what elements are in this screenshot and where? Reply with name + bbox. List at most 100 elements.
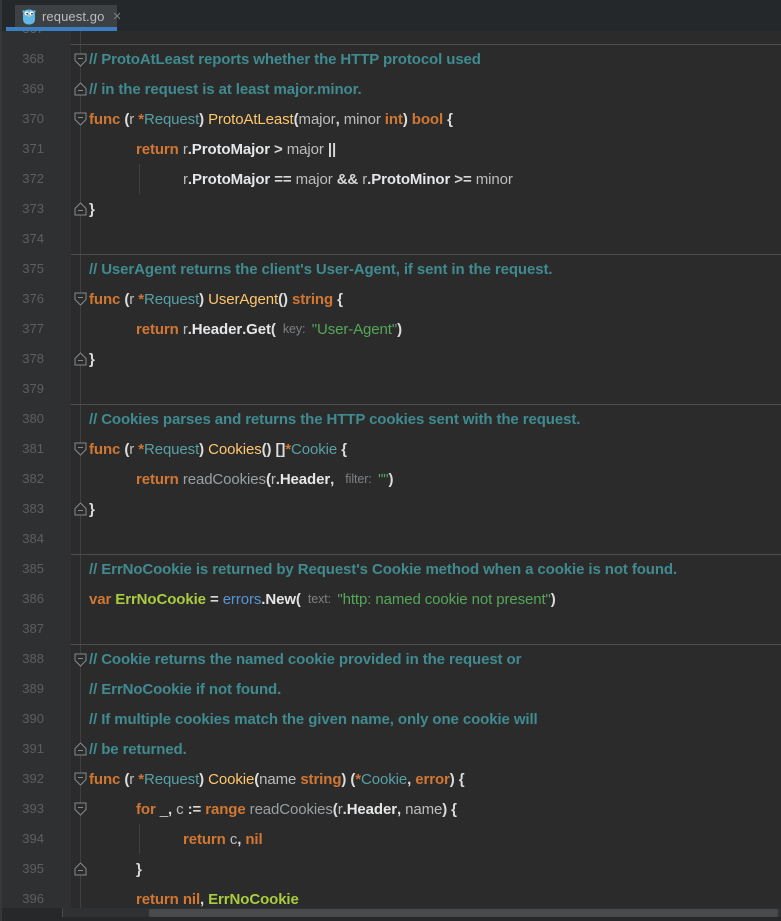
line-number: 370 (2, 104, 71, 134)
token-cm: // Cookies parses and returns the HTTP c… (89, 411, 580, 428)
code-line[interactable] (89, 614, 781, 644)
token-hint: filter: (342, 472, 378, 486)
token-pn: ) (199, 771, 208, 788)
token-txt: minor (476, 171, 513, 188)
code-line[interactable]: return r.ProtoMajor > major || (89, 134, 781, 164)
editor-row: 394 return c, nil (2, 824, 781, 854)
code-line[interactable]: // ProtoAtLeast reports whether the HTTP… (89, 44, 781, 74)
code-line[interactable]: return c, nil (89, 824, 781, 854)
token-op: || (328, 141, 336, 158)
line-number: 384 (2, 524, 71, 554)
token-pn: ) ( (341, 771, 355, 788)
code-line[interactable]: // ErrNoCookie is returned by Request's … (89, 554, 781, 584)
token-op: == (270, 171, 295, 188)
code-line[interactable] (89, 524, 781, 554)
token-k: for (136, 801, 160, 818)
fold-end-icon[interactable] (74, 862, 87, 876)
fold-end-icon[interactable] (74, 82, 87, 96)
code-line[interactable]: func (r *Request) ProtoAtLeast(major, mi… (89, 104, 781, 134)
token-pn: ( (271, 321, 280, 338)
tab-request-go[interactable]: request.go ✕ (15, 5, 117, 27)
token-pn: , (168, 801, 176, 818)
code-line[interactable]: func (r *Request) Cookies() []*Cookie { (89, 434, 781, 464)
code-line[interactable]: // Cookie returns the named cookie provi… (89, 644, 781, 674)
code-line[interactable]: } (89, 344, 781, 374)
line-number: 385 (2, 554, 71, 584)
line-number: 372 (2, 164, 71, 194)
editor-row: 373} (2, 194, 781, 224)
fold-end-icon[interactable] (74, 502, 87, 516)
active-tab-indicator (6, 27, 117, 31)
editor-row: 375 // UserAgent returns the client's Use… (2, 254, 781, 284)
code-line[interactable]: } (89, 854, 781, 884)
fold-collapse-icon[interactable] (74, 112, 87, 126)
token-fld: New (265, 591, 296, 608)
token-txt: r (129, 291, 138, 308)
scrollbar-thumb[interactable] (149, 909, 778, 917)
token-ty: Cookie (361, 771, 407, 788)
code-line[interactable]: return readCookies(r.Header, filter: "") (89, 464, 781, 494)
code-line[interactable]: // UserAgent returns the client's User-A… (89, 254, 781, 284)
token-k: nil (183, 891, 200, 908)
tab-bar: request.go ✕ (2, 0, 781, 31)
line-number: 387 (2, 614, 71, 644)
line-number: 394 (2, 824, 71, 854)
fold-collapse-icon[interactable] (74, 53, 87, 67)
token-cm: // be returned. (89, 741, 187, 758)
line-number: 383 (2, 494, 71, 524)
code-line[interactable]: r.ProtoMajor == major && r.ProtoMinor >=… (89, 164, 781, 194)
code-line[interactable] (89, 224, 781, 254)
line-number: 374 (2, 224, 71, 254)
token-txt: major (287, 141, 328, 158)
code-line[interactable]: // Cookies parses and returns the HTTP c… (89, 404, 781, 434)
fold-collapse-icon[interactable] (74, 802, 87, 816)
token-cm: // in the request is at least major.mino… (89, 81, 362, 98)
code-line[interactable]: return r.Header.Get( key: "User-Agent") (89, 314, 781, 344)
line-number: 381 (2, 434, 71, 464)
code-line[interactable]: for _, c := range readCookies(r.Header, … (89, 794, 781, 824)
token-fld: Header (192, 321, 242, 338)
fold-end-icon[interactable] (74, 352, 87, 366)
code-line[interactable]: // be returned. (89, 734, 781, 764)
line-number: 375 (2, 254, 71, 284)
token-k: return (136, 891, 183, 908)
token-call: readCookies (250, 801, 333, 818)
token-fld: Header (280, 471, 330, 488)
code-line[interactable]: // ErrNoCookie if not found. (89, 674, 781, 704)
line-number: 393 (2, 794, 71, 824)
fold-collapse-icon[interactable] (74, 653, 87, 667)
token-fld: ProtoMajor (192, 171, 270, 188)
code-line[interactable]: func (r *Request) Cookie(name string) (*… (89, 764, 781, 794)
code-line[interactable]: // in the request is at least major.mino… (89, 74, 781, 104)
fold-collapse-icon[interactable] (74, 772, 87, 786)
code-line[interactable]: } (89, 494, 781, 524)
line-number: 380 (2, 404, 71, 434)
editor-row: 392func (r *Request) Cookie(name string)… (2, 764, 781, 794)
token-call: readCookies (183, 471, 266, 488)
token-pn: } (89, 201, 95, 218)
go-gopher-icon (22, 8, 36, 25)
editor-row: 391// be returned. (2, 734, 781, 764)
code-line[interactable]: func (r *Request) UserAgent() string { (89, 284, 781, 314)
editor-row: 379 (2, 374, 781, 404)
fold-collapse-icon[interactable] (74, 442, 87, 456)
token-pn: } (136, 861, 142, 878)
code-line[interactable] (89, 374, 781, 404)
token-k: string (300, 771, 341, 788)
tab-close-icon[interactable]: ✕ (112, 10, 121, 23)
code-line[interactable]: // If multiple cookies match the given n… (89, 704, 781, 734)
token-txt: major (299, 111, 336, 128)
fold-end-icon[interactable] (74, 202, 87, 216)
line-number: 388 (2, 644, 71, 674)
scrollbar-track[interactable] (62, 908, 781, 917)
token-k: var (89, 591, 115, 608)
token-pn: ) (389, 471, 394, 488)
code-line[interactable]: } (89, 194, 781, 224)
code-line[interactable] (89, 31, 781, 44)
fold-collapse-icon[interactable] (74, 292, 87, 306)
code-editor[interactable]: 367368// ProtoAtLeast reports whether th… (2, 31, 781, 921)
code-line[interactable]: var ErrNoCookie = errors.New( text: "htt… (89, 584, 781, 614)
fold-end-icon[interactable] (74, 742, 87, 756)
token-fn: Cookie (208, 771, 254, 788)
token-pn: ) { (450, 771, 465, 788)
